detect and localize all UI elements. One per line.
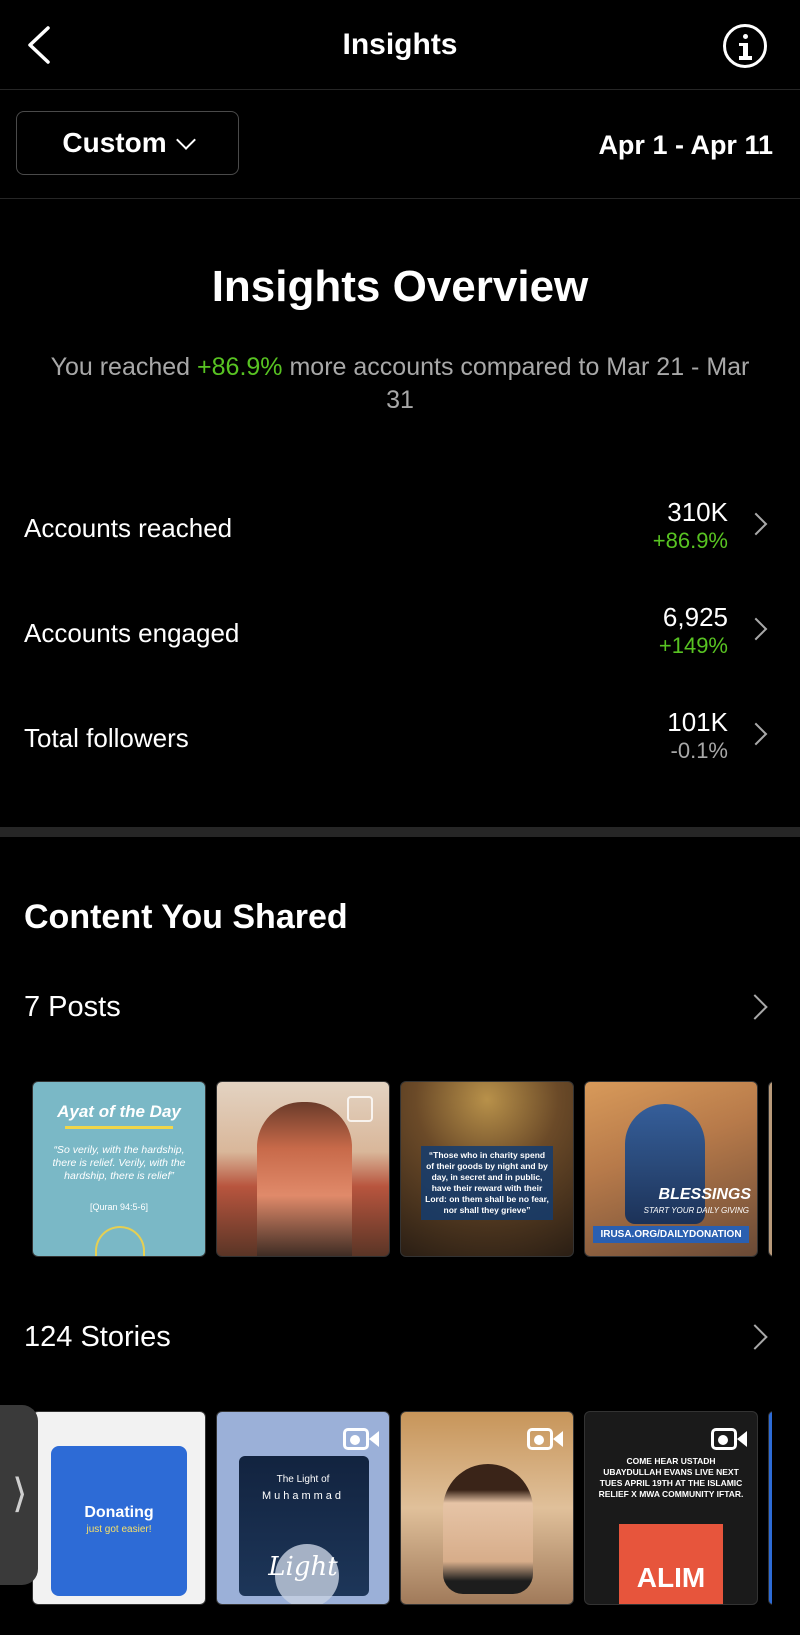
post-quote: “So verily, with the hardship, there is … — [52, 1144, 186, 1182]
metric-change: +86.9% — [652, 528, 728, 553]
story-thumbnail[interactable] — [400, 1411, 574, 1605]
mosque-icon — [95, 1226, 145, 1256]
metric-label: Accounts reached — [24, 513, 233, 543]
top-bar: Insights — [0, 0, 800, 90]
posts-carousel[interactable]: Ayat of the Day “So verily, with the har… — [32, 1081, 772, 1257]
metric-value: 101K — [667, 707, 728, 737]
story-thumbnail[interactable]: COME HEAR USTADH UBAYDULLAH EVANS LIVE N… — [584, 1411, 758, 1605]
chevron-right-icon: ⟩ — [12, 1472, 28, 1516]
metric-label: Accounts engaged — [24, 618, 240, 648]
stories-carousel[interactable]: Donating just got easier! The Light of M… — [32, 1411, 772, 1605]
date-range-label: Apr 1 - Apr 11 — [598, 130, 773, 160]
date-preset-dropdown[interactable]: Custom — [16, 111, 239, 175]
video-camera-icon — [343, 1426, 379, 1452]
page-title: Insights — [342, 28, 458, 61]
chevron-right-icon[interactable] — [742, 1324, 768, 1350]
story-name-text: Muhammad — [261, 1490, 345, 1502]
metric-accounts-reached[interactable]: Accounts reached 310K +86.9% — [0, 497, 800, 597]
metric-value: 310K — [667, 497, 728, 527]
metric-change: +149% — [658, 633, 728, 658]
reach-change-highlight: +86.9% — [197, 353, 283, 381]
story-script-text: Light — [268, 1552, 338, 1582]
post-thumbnail[interactable] — [768, 1081, 772, 1257]
info-icon[interactable] — [723, 24, 767, 68]
post-headline: BLESSINGS — [658, 1186, 751, 1203]
date-preset-label: Custom — [62, 127, 167, 158]
video-camera-icon — [711, 1426, 747, 1452]
metric-total-followers[interactable]: Total followers 101K -0.1% — [0, 707, 800, 807]
chevron-down-icon — [175, 129, 196, 150]
post-thumbnail[interactable]: BLESSINGS START YOUR DAILY GIVING IRUSA.… — [584, 1081, 758, 1257]
video-camera-icon — [527, 1426, 563, 1452]
story-thumbnail[interactable]: Donating just got easier! — [32, 1411, 206, 1605]
side-panel-handle[interactable]: ⟩ — [0, 1405, 38, 1585]
post-thumbnail[interactable] — [216, 1081, 390, 1257]
post-title: Ayat of the Day — [57, 1102, 181, 1121]
post-thumbnail[interactable]: “Those who in charity spend of their goo… — [400, 1081, 574, 1257]
post-url: IRUSA.ORG/DAILYDONATION — [593, 1226, 749, 1243]
photo-figure — [257, 1102, 352, 1256]
story-headline: Donating — [84, 1504, 154, 1521]
metric-label: Total followers — [24, 723, 189, 753]
story-top-text: The Light of — [276, 1474, 330, 1485]
chevron-right-icon — [744, 512, 768, 536]
section-divider — [0, 827, 800, 837]
post-ref: [Quran 94:5-6] — [89, 1202, 149, 1212]
overview-title: Insights Overview — [211, 262, 589, 311]
multi-photo-icon — [347, 1096, 373, 1122]
metric-value: 6,925 — [662, 602, 728, 632]
person-photo — [443, 1464, 533, 1594]
story-headline: ALIM — [636, 1562, 706, 1593]
metric-change: -0.1% — [670, 738, 728, 763]
chevron-right-icon[interactable] — [742, 994, 768, 1020]
story-subheadline: just got easier! — [86, 1524, 152, 1535]
overview-description: You reached +86.9% more accounts compare… — [50, 353, 750, 414]
story-thumbnail[interactable] — [768, 1411, 772, 1605]
metric-accounts-engaged[interactable]: Accounts engaged 6,925 +149% — [0, 602, 800, 702]
posts-row-label[interactable]: 7 Posts — [24, 991, 121, 1024]
post-subheadline: START YOUR DAILY GIVING — [643, 1206, 749, 1215]
story-thumbnail[interactable]: The Light of Muhammad Light — [216, 1411, 390, 1605]
date-filter-bar: Custom Apr 1 - Apr 11 — [0, 90, 800, 199]
post-thumbnail[interactable]: Ayat of the Day “So verily, with the har… — [32, 1081, 206, 1257]
chevron-right-icon — [744, 722, 768, 746]
stories-row-label[interactable]: 124 Stories — [24, 1321, 171, 1354]
story-caption: COME HEAR USTADH UBAYDULLAH EVANS LIVE N… — [598, 1456, 744, 1499]
content-section-title: Content You Shared — [24, 898, 348, 936]
post-quote: “Those who in charity spend of their goo… — [421, 1146, 553, 1220]
chevron-right-icon — [744, 617, 768, 641]
